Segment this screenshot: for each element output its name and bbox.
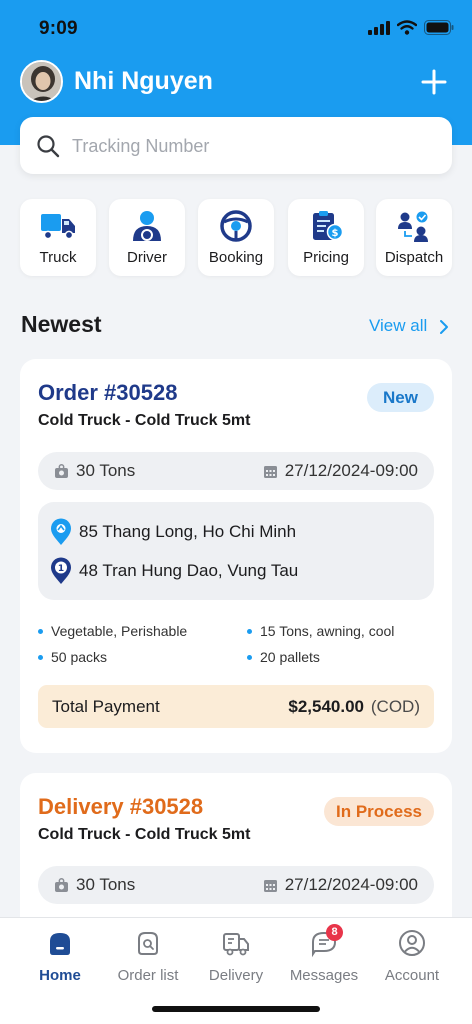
tab-label: Messages xyxy=(289,967,359,984)
spec-item: 20 pallets xyxy=(247,649,320,665)
quick-action-pricing[interactable]: $ Pricing xyxy=(288,199,364,276)
tab-messages[interactable]: 8 Messages xyxy=(280,924,368,984)
order-meta: 30 Tons 27/12/2024-09:00 xyxy=(38,452,434,490)
chevron-right-icon[interactable] xyxy=(439,319,449,335)
weight-value: 30 Tons xyxy=(76,875,136,894)
bullet-dot xyxy=(247,628,252,634)
spec-item: Vegetable, Perishable xyxy=(38,623,187,639)
quick-action-label: Truck xyxy=(39,249,77,266)
status-badge: In Process xyxy=(324,797,434,826)
order-title: Delivery #30528 xyxy=(38,794,204,819)
quick-action-truck[interactable]: Truck xyxy=(20,199,96,276)
order-subtitle: Cold Truck - Cold Truck 5mt xyxy=(38,826,251,843)
battery-icon xyxy=(424,20,454,35)
order-title: Order #30528 xyxy=(38,380,178,405)
status-badge: New xyxy=(367,383,434,412)
tab-home[interactable]: Home xyxy=(16,928,104,984)
delivery-card[interactable]: Delivery #30528 Cold Truck - Cold Truck … xyxy=(20,773,452,933)
date-info: 27/12/2024-09:00 xyxy=(263,875,418,895)
tab-label: Account xyxy=(384,967,440,984)
tab-label: Order list xyxy=(117,967,179,984)
total-payment-box: Total Payment $2,540.00 (COD) xyxy=(38,685,434,728)
quick-action-label: Dispatch xyxy=(384,249,444,266)
user-name: Nhi Nguyen xyxy=(74,67,213,95)
plus-icon xyxy=(421,69,447,95)
svg-text:$: $ xyxy=(332,228,339,239)
order-meta: 30 Tons 27/12/2024-09:00 xyxy=(38,866,434,904)
datetime-value: 27/12/2024-09:00 xyxy=(284,875,418,894)
payment-amount: $2,540.00 xyxy=(288,697,364,716)
calendar-icon xyxy=(263,879,277,892)
svg-text:1: 1 xyxy=(58,564,64,574)
status-icons xyxy=(368,20,454,35)
truck-icon xyxy=(41,214,75,240)
weight-value: 30 Tons xyxy=(76,461,136,480)
order-subtitle: Cold Truck - Cold Truck 5mt xyxy=(38,412,251,429)
bullet-dot xyxy=(38,628,43,634)
tab-label: Delivery xyxy=(208,967,264,984)
weight-info: 30 Tons xyxy=(54,461,135,481)
messages-badge: 8 xyxy=(326,924,343,941)
dropoff-pin-icon: 1 xyxy=(51,557,71,584)
dropoff-address: 48 Tran Hung Dao, Vung Tau xyxy=(79,561,299,580)
quick-action-label: Driver xyxy=(127,249,167,266)
driver-icon xyxy=(133,211,161,241)
route-box: 85 Thang Long, Ho Chi Minh 1 48 Tran Hun… xyxy=(38,502,434,600)
payment-method: (COD) xyxy=(370,697,420,716)
pickup-address: 85 Thang Long, Ho Chi Minh xyxy=(79,522,297,541)
quick-action-label: Pricing xyxy=(303,249,349,266)
calendar-icon xyxy=(263,465,277,478)
bullet-dot xyxy=(38,654,43,660)
order-list-icon xyxy=(138,932,158,955)
section-title: Newest xyxy=(21,311,102,337)
spec-text: 15 Tons, awning, cool xyxy=(260,623,395,639)
weight-icon xyxy=(55,877,68,892)
steering-wheel-icon xyxy=(220,210,252,242)
weight-icon xyxy=(55,463,68,478)
quick-action-label: Booking xyxy=(208,249,264,266)
spec-text: Vegetable, Perishable xyxy=(51,623,188,639)
tab-delivery[interactable]: Delivery xyxy=(192,928,280,984)
quick-action-driver[interactable]: Driver xyxy=(109,199,185,276)
tab-label: Home xyxy=(39,967,81,984)
status-bar: 9:09 xyxy=(0,0,472,56)
avatar[interactable] xyxy=(20,60,63,103)
quick-action-booking[interactable]: Booking xyxy=(198,199,274,276)
search-icon xyxy=(37,135,60,158)
date-info: 27/12/2024-09:00 xyxy=(263,461,418,481)
spec-text: 50 packs xyxy=(51,649,108,665)
delivery-truck-icon xyxy=(223,933,249,956)
account-icon xyxy=(399,930,425,956)
order-card[interactable]: Order #30528 Cold Truck - Cold Truck 5mt… xyxy=(20,359,452,753)
dispatch-people-icon xyxy=(398,211,428,242)
pricing-clipboard-icon: $ xyxy=(313,211,344,241)
pickup-pin-icon xyxy=(51,518,71,545)
spec-text: 20 pallets xyxy=(260,649,320,665)
tab-order-list[interactable]: Order list xyxy=(104,928,192,984)
datetime-value: 27/12/2024-09:00 xyxy=(284,461,418,480)
tab-account[interactable]: Account xyxy=(368,928,456,984)
add-button[interactable] xyxy=(420,68,448,96)
quick-action-dispatch[interactable]: Dispatch xyxy=(376,199,452,276)
home-icon xyxy=(50,933,70,955)
status-time: 9:09 xyxy=(39,18,78,39)
spec-item: 50 packs xyxy=(38,649,107,665)
search-bar[interactable] xyxy=(20,117,452,174)
tracking-number-input[interactable] xyxy=(72,131,432,161)
home-indicator xyxy=(152,1006,320,1012)
view-all-link[interactable]: View all xyxy=(369,316,427,336)
dropoff-stop: 1 48 Tran Hung Dao, Vung Tau xyxy=(50,557,298,585)
cellular-signal-icon xyxy=(368,20,390,35)
weight-info: 30 Tons xyxy=(54,875,135,895)
bullet-dot xyxy=(247,654,252,660)
payment-label: Total Payment xyxy=(52,697,160,716)
wifi-icon xyxy=(397,20,417,35)
pickup-stop: 85 Thang Long, Ho Chi Minh xyxy=(50,518,296,546)
spec-item: 15 Tons, awning, cool xyxy=(247,623,394,639)
